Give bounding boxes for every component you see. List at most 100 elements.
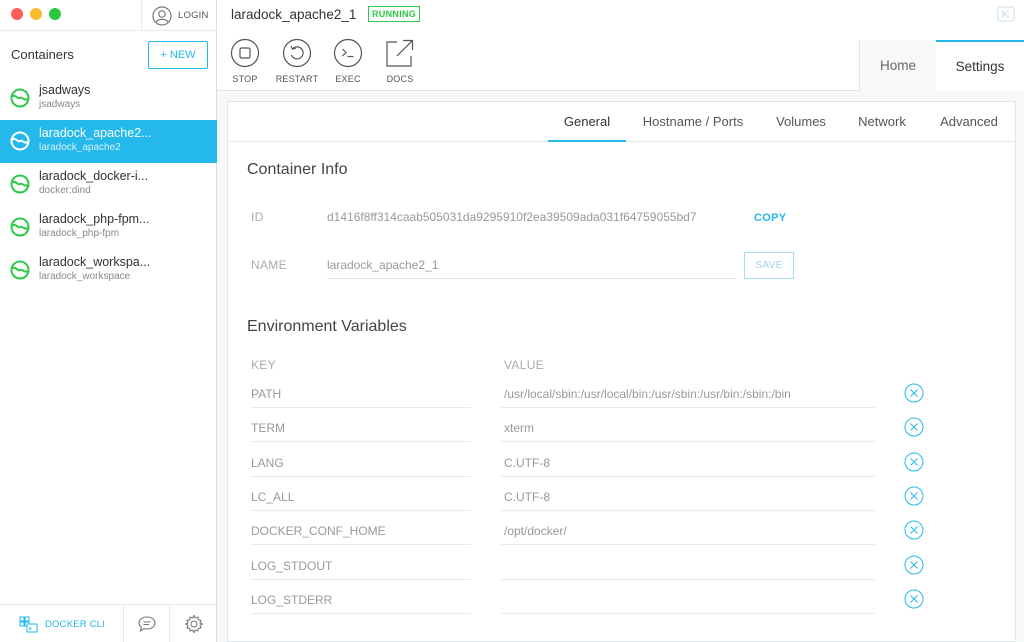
docker-cli-button[interactable]: DOCKER CLI (0, 605, 124, 642)
status-badge: RUNNING (368, 6, 421, 22)
env-vars-title: Environment Variables (247, 318, 407, 335)
env-var-row: TERM xterm (228, 412, 1015, 446)
tab-home[interactable]: Home (859, 40, 936, 91)
remove-env-var-icon[interactable] (904, 555, 924, 575)
save-name-button[interactable]: SAVE (744, 252, 794, 279)
maximize-window-button[interactable] (49, 8, 61, 20)
env-var-row: DOCKER_CONF_HOME/opt/docker/ (228, 515, 1015, 549)
login-button[interactable]: LOGIN (141, 0, 217, 31)
container-item[interactable]: laradock_apache2... laradock_apache2 (0, 120, 217, 163)
env-value-input[interactable]: C.UTF-8 (501, 481, 875, 511)
env-key-input[interactable]: DOCKER_CONF_HOME (251, 515, 471, 546)
container-item[interactable]: jsadways jsadways (0, 77, 217, 120)
container-name: laradock_workspa... (39, 255, 151, 269)
container-name: laradock_php-fpm... (39, 212, 150, 226)
sidebar-footer: DOCKER CLI (0, 604, 217, 642)
env-var-row: PATH/usr/local/sbin:/usr/local/bin:/usr/… (228, 378, 1015, 412)
env-value-input[interactable]: xterm (501, 412, 875, 443)
remove-env-var-icon[interactable] (904, 589, 924, 609)
exec-label: EXEC (335, 74, 361, 84)
subtab-hostname-ports[interactable]: Hostname / Ports (634, 102, 752, 142)
subtab-network[interactable]: Network (849, 102, 915, 142)
container-name: laradock_apache2... (39, 126, 152, 140)
subtab-general[interactable]: General (548, 102, 626, 142)
remove-env-var-icon[interactable] (904, 383, 924, 403)
env-key-input[interactable]: LANG (251, 447, 471, 477)
restart-icon (282, 38, 312, 68)
subtab-volumes[interactable]: Volumes (766, 102, 836, 142)
container-running-icon (10, 88, 30, 108)
container-running-icon (10, 174, 30, 194)
container-running-icon (10, 131, 30, 151)
remove-env-var-icon[interactable] (904, 486, 924, 506)
container-item[interactable]: laradock_workspa... laradock_workspace (0, 249, 217, 292)
env-var-row: LC_ALL C.UTF-8 (228, 481, 1015, 515)
container-item[interactable]: laradock_php-fpm... laradock_php-fpm (0, 206, 217, 249)
stop-icon (230, 38, 260, 68)
container-running-icon (10, 260, 30, 280)
env-key-input[interactable]: PATH (251, 378, 471, 408)
container-image: laradock_workspace (39, 271, 131, 282)
container-header: laradock_apache2_1 RUNNING STOP RESTART … (217, 0, 1024, 91)
settings-panel: General Hostname / Ports Volumes Network… (227, 101, 1016, 642)
env-value-input[interactable] (501, 584, 875, 614)
remove-env-var-icon[interactable] (904, 520, 924, 540)
gear-icon (184, 614, 203, 634)
close-window-button[interactable] (11, 8, 23, 20)
external-link-icon (386, 39, 414, 67)
new-container-button[interactable]: + NEW (148, 41, 208, 69)
container-running-icon (10, 217, 30, 237)
docker-cli-label: DOCKER CLI (45, 618, 106, 630)
remove-env-var-icon[interactable] (904, 452, 924, 472)
restart-button[interactable]: RESTART (269, 38, 325, 88)
docs-button[interactable]: DOCS (372, 38, 428, 88)
env-var-row: LANG C.UTF-8 (228, 447, 1015, 481)
preferences-button[interactable] (170, 605, 217, 642)
feedback-button[interactable] (124, 605, 170, 642)
terminal-icon (333, 38, 363, 68)
containers-header: Containers + NEW (0, 31, 217, 77)
tab-settings[interactable]: Settings (936, 40, 1024, 91)
container-id-value: d1416f8ff314caab505031da9295910f2ea39509… (327, 210, 697, 224)
container-title: laradock_apache2_1 (231, 7, 357, 22)
env-key-input[interactable]: LOG_STDERR (251, 584, 471, 614)
settings-subtabs: General Hostname / Ports Volumes Network… (228, 102, 1015, 142)
exec-button[interactable]: EXEC (320, 38, 376, 88)
subtab-advanced[interactable]: Advanced (929, 102, 1009, 142)
env-value-input[interactable]: C.UTF-8 (501, 447, 875, 477)
env-value-input[interactable]: /usr/local/sbin:/usr/local/bin:/usr/sbin… (501, 378, 875, 408)
container-item[interactable]: laradock_docker-i... docker:dind (0, 163, 217, 206)
window-titlebar: LOGIN (0, 0, 217, 31)
container-image: jsadways (39, 99, 81, 110)
id-label: ID (251, 210, 264, 224)
login-label: LOGIN (178, 10, 209, 21)
name-label: NAME (251, 258, 287, 272)
remove-env-var-icon[interactable] (904, 417, 924, 437)
sidebar: LOGIN Containers + NEW jsadways jsadways l… (0, 0, 217, 642)
env-key-input[interactable]: LC_ALL (251, 481, 471, 511)
docs-label: DOCS (386, 74, 414, 84)
container-name: jsadways (39, 83, 91, 97)
minimize-window-button[interactable] (30, 8, 42, 20)
copy-id-button[interactable]: COPY (754, 212, 786, 224)
user-icon (152, 5, 172, 26)
env-var-row: LOG_STDERR (228, 584, 1015, 618)
docker-cli-icon (19, 616, 38, 633)
chat-bubble-icon (137, 616, 156, 633)
kitematic-logo-icon (997, 6, 1015, 22)
container-name-input[interactable]: laradock_apache2_1 (327, 253, 735, 279)
container-image: laradock_apache2 (39, 142, 121, 153)
container-name: laradock_docker-i... (39, 169, 149, 183)
env-var-row: LOG_STDOUT (228, 550, 1015, 584)
env-key-input[interactable]: TERM (251, 412, 471, 443)
env-value-input[interactable] (501, 550, 875, 580)
stop-label: STOP (232, 74, 258, 84)
env-value-header: VALUE (504, 358, 544, 372)
containers-title: Containers (11, 47, 74, 62)
env-value-input[interactable]: /opt/docker/ (501, 515, 875, 546)
env-key-input[interactable]: LOG_STDOUT (251, 550, 471, 580)
env-key-header: KEY (251, 358, 276, 372)
restart-label: RESTART (275, 74, 319, 84)
stop-button[interactable]: STOP (217, 38, 273, 88)
container-info-title: Container Info (247, 161, 348, 178)
